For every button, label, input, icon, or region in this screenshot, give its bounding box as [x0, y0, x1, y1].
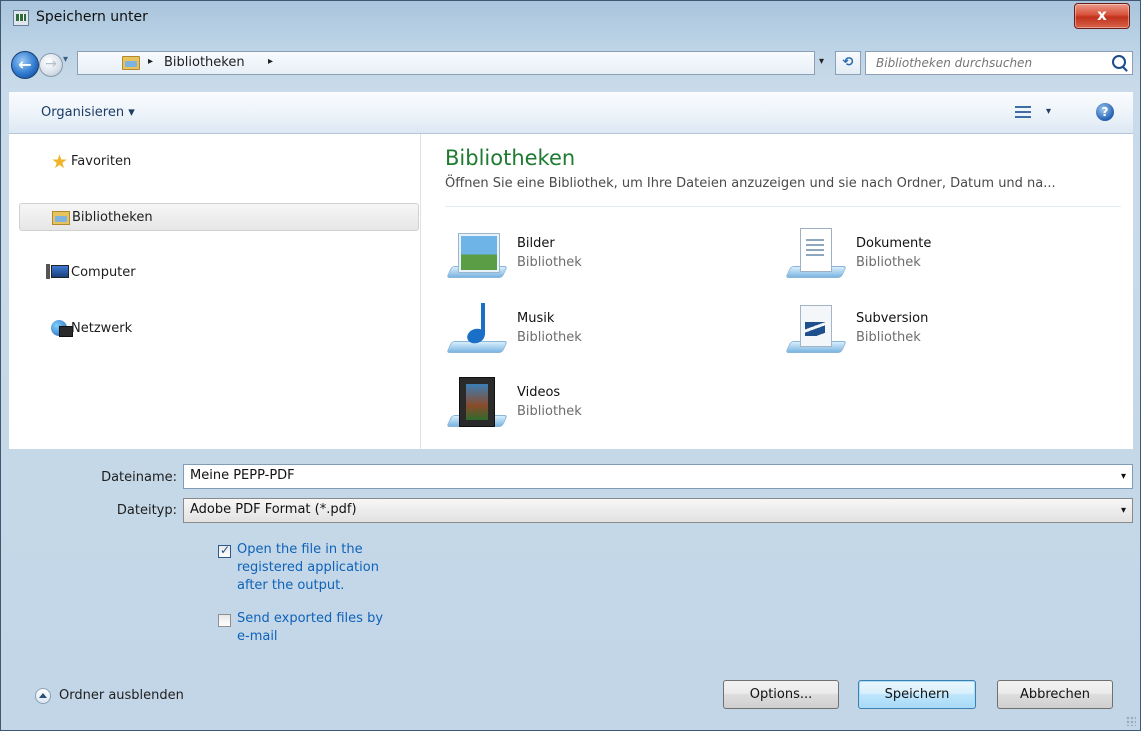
subversion-library-icon	[784, 303, 848, 357]
sidebar-item-label: Bibliotheken	[72, 210, 153, 225]
breadcrumb-separator-icon[interactable]: ▸	[148, 56, 153, 67]
library-folder-icon	[52, 211, 70, 225]
library-name: Bilder	[517, 236, 555, 251]
navigation-bar: ← → ▾ ▸ Bibliotheken ▸ ▾ ⟲	[9, 41, 1133, 83]
library-item-videos[interactable]: Videos Bibliothek	[445, 377, 745, 433]
library-folder-icon	[122, 56, 140, 70]
filetype-value: Adobe PDF Format (*.pdf)	[190, 502, 357, 517]
navigation-pane: ★ Favoriten Bibliotheken Computer Netzwe…	[9, 134, 421, 449]
library-type: Bibliothek	[856, 330, 921, 345]
library-type: Bibliothek	[517, 255, 582, 270]
documents-library-icon	[784, 228, 848, 282]
chevron-down-icon[interactable]: ▾	[1121, 505, 1126, 516]
save-as-dialog: Speichern unter x ← → ▾ ▸ Bibliotheken ▸…	[0, 0, 1141, 731]
divider	[445, 206, 1121, 207]
sidebar-item-favorites[interactable]: ★ Favoriten	[19, 148, 419, 176]
library-type: Bibliothek	[517, 404, 582, 419]
recent-pages-dropdown-icon[interactable]: ▾	[63, 54, 68, 65]
window-title: Speichern unter	[36, 9, 148, 25]
page-title: Bibliotheken	[445, 146, 576, 170]
filetype-select[interactable]: Adobe PDF Format (*.pdf) ▾	[183, 498, 1133, 523]
libraries-pane: Bibliotheken Öffnen Sie eine Bibliothek,…	[421, 134, 1133, 449]
chevron-up-icon[interactable]	[35, 688, 51, 704]
open-file-option-label[interactable]: Open the file in the registered applicat…	[237, 541, 379, 595]
filetype-label: Dateityp:	[116, 503, 177, 518]
open-file-checkbox[interactable]	[218, 543, 231, 558]
library-item-documents[interactable]: Dokumente Bibliothek	[784, 228, 1084, 284]
filename-label: Dateiname:	[101, 470, 177, 485]
sidebar-item-label: Computer	[71, 265, 136, 280]
videos-library-icon	[445, 377, 509, 431]
view-options-dropdown-icon[interactable]: ▾	[1046, 106, 1051, 117]
libraries-description: Öffnen Sie eine Bibliothek, um Ihre Date…	[445, 176, 1056, 191]
library-type: Bibliothek	[517, 330, 582, 345]
library-name: Videos	[517, 385, 561, 400]
forward-button[interactable]: →	[39, 53, 63, 77]
address-dropdown-icon[interactable]: ▾	[819, 56, 824, 67]
title-bar[interactable]: Speichern unter x	[1, 1, 1140, 35]
sidebar-item-computer[interactable]: Computer	[19, 259, 419, 287]
breadcrumb-separator-icon[interactable]: ▸	[268, 56, 273, 67]
filename-value[interactable]: Meine PEPP-PDF	[190, 468, 295, 483]
cancel-button[interactable]: Abbrechen	[997, 680, 1113, 709]
search-icon[interactable]	[1112, 55, 1126, 69]
star-icon: ★	[51, 151, 69, 173]
library-item-subversion[interactable]: Subversion Bibliothek	[784, 303, 1084, 359]
resize-grip-icon[interactable]	[1126, 716, 1136, 726]
sidebar-item-label: Netzwerk	[71, 321, 133, 336]
search-input[interactable]	[866, 52, 1102, 74]
sidebar-item-label: Favoriten	[71, 154, 132, 169]
content-area: ★ Favoriten Bibliotheken Computer Netzwe…	[9, 134, 1133, 449]
help-icon[interactable]: ?	[1096, 103, 1114, 121]
sidebar-item-libraries[interactable]: Bibliotheken	[19, 203, 419, 231]
refresh-button[interactable]: ⟲	[835, 51, 861, 75]
send-email-checkbox[interactable]	[218, 614, 231, 627]
library-item-pictures[interactable]: Bilder Bibliothek	[445, 228, 745, 284]
library-name: Subversion	[856, 311, 929, 326]
pictures-library-icon	[445, 228, 509, 282]
save-button[interactable]: Speichern	[858, 680, 976, 709]
app-icon	[13, 10, 29, 26]
options-button[interactable]: Options...	[723, 680, 839, 709]
filename-combobox[interactable]: Meine PEPP-PDF ▾	[183, 464, 1133, 489]
close-button[interactable]: x	[1074, 3, 1130, 29]
music-library-icon	[445, 303, 509, 357]
send-email-option-label[interactable]: Send exported files by e-mail	[237, 610, 383, 646]
library-item-music[interactable]: Musik Bibliothek	[445, 303, 745, 359]
chevron-down-icon[interactable]: ▾	[1121, 471, 1126, 482]
sidebar-item-network[interactable]: Netzwerk	[19, 315, 419, 343]
change-view-icon[interactable]	[1015, 105, 1031, 119]
library-name: Dokumente	[856, 236, 932, 251]
command-toolbar: Organisieren ▾ ▾ ?	[9, 92, 1133, 134]
organize-menu-button[interactable]: Organisieren ▾	[41, 105, 135, 120]
library-name: Musik	[517, 311, 555, 326]
save-form: Dateiname: Meine PEPP-PDF ▾ Dateityp: Ad…	[9, 449, 1133, 719]
address-bar[interactable]: ▸ Bibliotheken ▸	[77, 51, 815, 75]
breadcrumb-bibliotheken[interactable]: Bibliotheken	[164, 55, 245, 70]
library-type: Bibliothek	[856, 255, 921, 270]
hide-folders-label[interactable]: Ordner ausblenden	[59, 688, 184, 703]
back-button[interactable]: ←	[11, 51, 39, 79]
search-box[interactable]	[865, 51, 1133, 75]
computer-icon	[46, 264, 69, 279]
network-icon	[51, 320, 73, 337]
